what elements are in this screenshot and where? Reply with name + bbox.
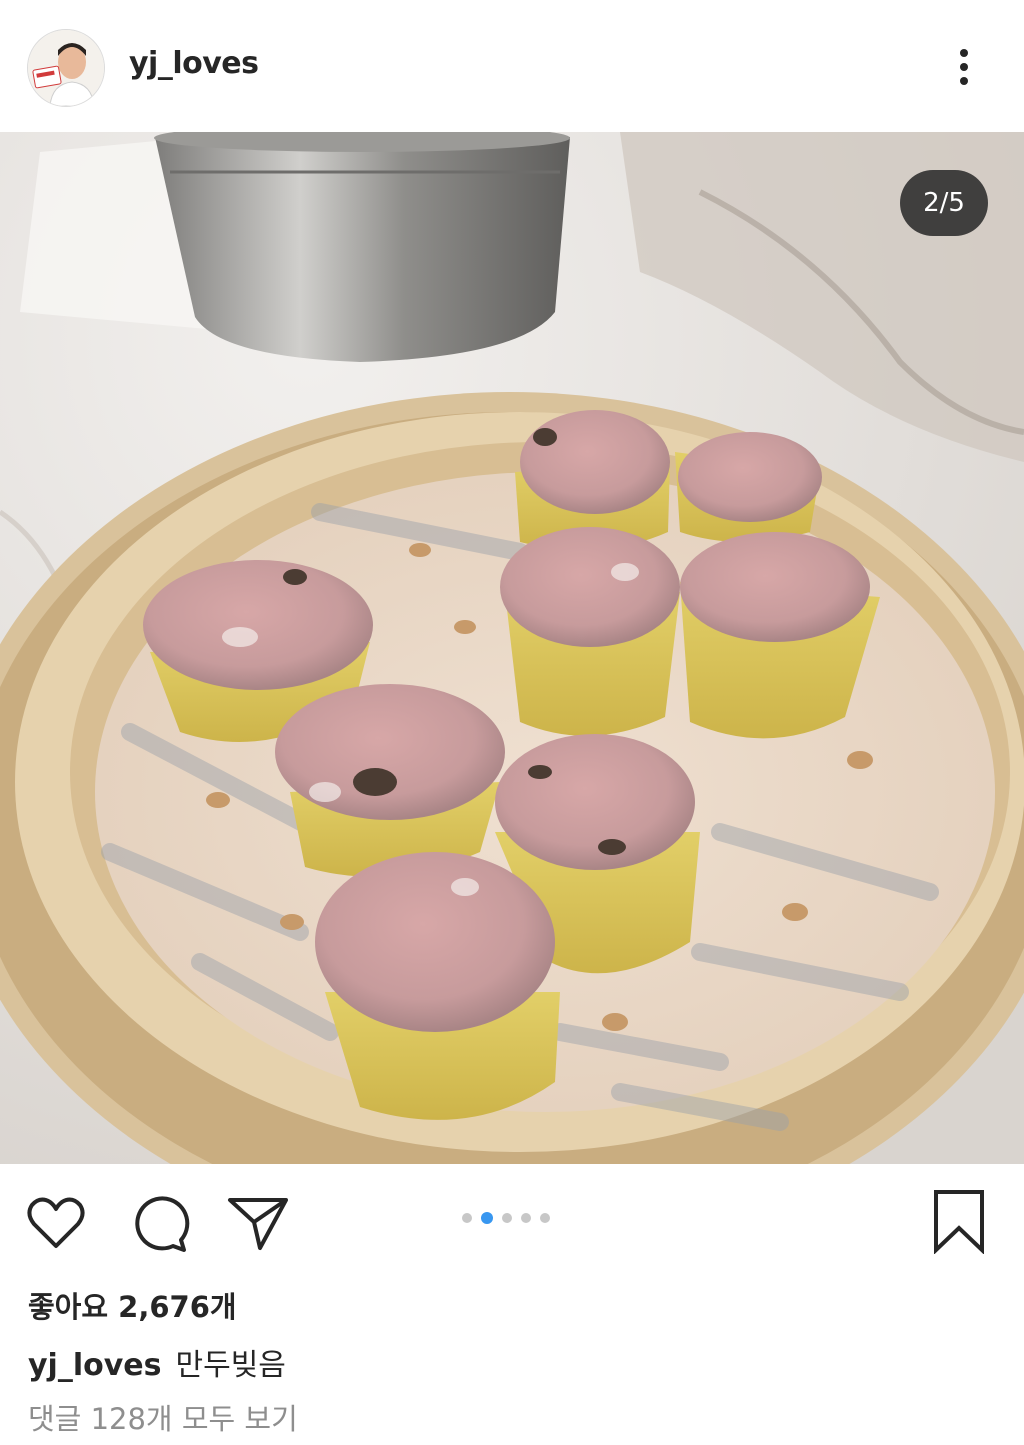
heart-icon[interactable] <box>24 1192 88 1256</box>
carousel-dot <box>502 1213 512 1223</box>
likes-count[interactable]: 좋아요 2,676개 <box>28 1284 237 1326</box>
carousel-dot <box>540 1213 550 1223</box>
header-username[interactable]: yj_loves <box>129 46 259 81</box>
paper-plane-icon[interactable] <box>226 1192 290 1256</box>
post-header: yj_loves <box>0 0 1024 132</box>
image-counter-badge: 2/5 <box>900 170 988 236</box>
carousel-dot <box>521 1213 531 1223</box>
caption-username[interactable]: yj_loves <box>28 1348 162 1383</box>
post-caption: yj_loves 만두빚음 <box>28 1340 286 1384</box>
comment-bubble-icon[interactable] <box>126 1192 190 1256</box>
bookmark-icon[interactable] <box>928 1188 990 1255</box>
dumpling-photo <box>0 132 1024 1164</box>
action-bar <box>0 1164 1024 1274</box>
carousel-dots <box>462 1212 550 1224</box>
carousel-dot-active <box>481 1212 493 1224</box>
more-options-icon[interactable] <box>944 40 984 94</box>
view-all-comments-link[interactable]: 댓글 128개 모두 보기 <box>28 1396 298 1438</box>
carousel-dot <box>462 1213 472 1223</box>
caption-text: 만두빚음 <box>175 1348 286 1383</box>
post-image[interactable]: 2/5 <box>0 132 1024 1164</box>
avatar-image <box>28 30 104 106</box>
profile-avatar[interactable] <box>27 29 105 107</box>
